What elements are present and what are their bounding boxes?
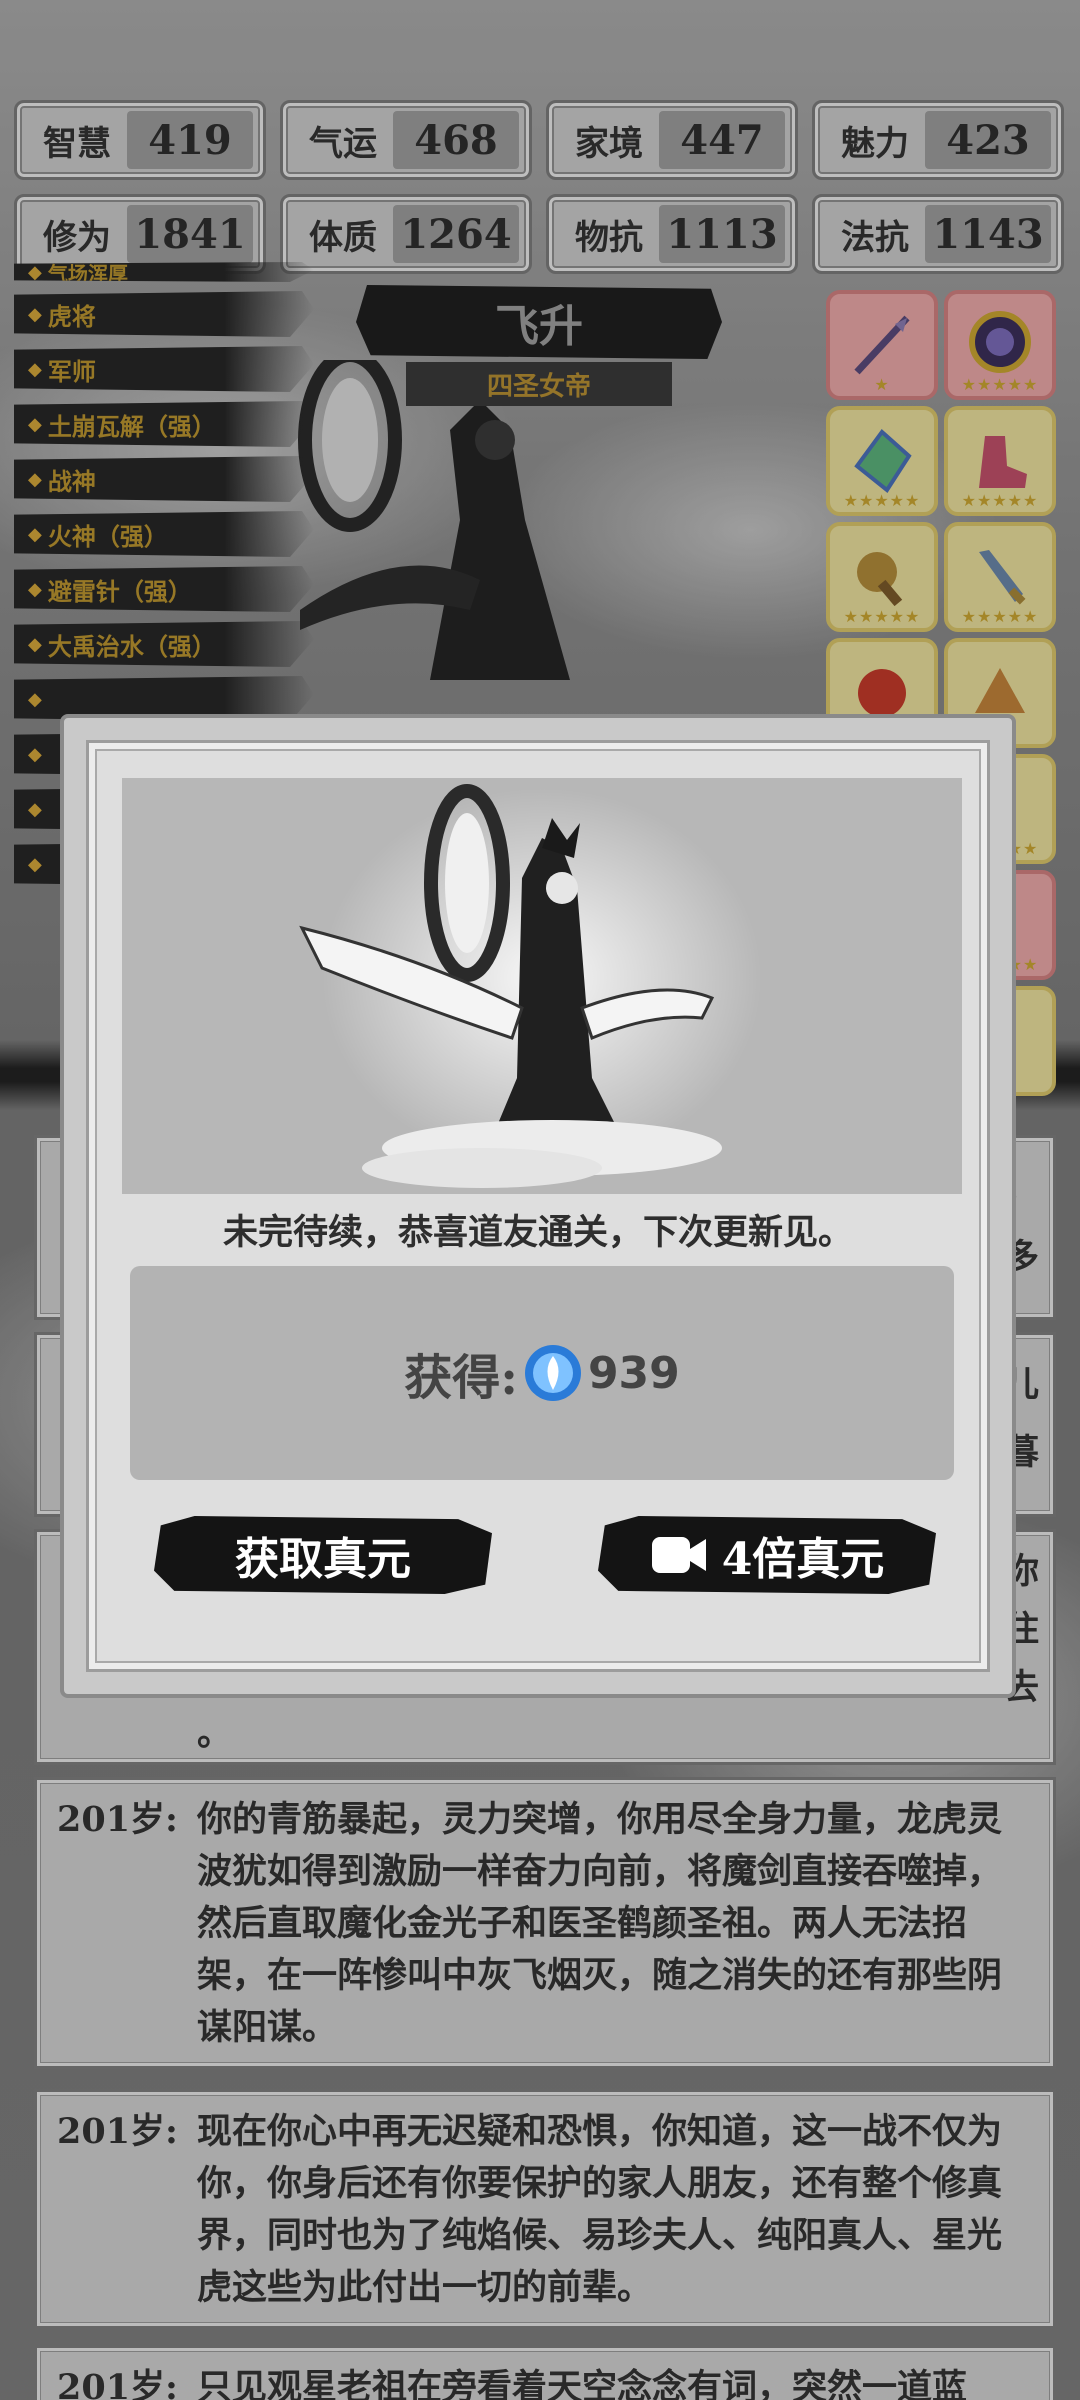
ascension-art: [299, 784, 762, 1188]
reward-label: 获得:: [404, 1350, 518, 1406]
video-camera-icon: [651, 1537, 706, 1573]
reward-amount: 939: [587, 1347, 680, 1399]
completion-dialog: 未完待续，恭喜道友通关，下次更新见。 获得: 939 获取真元 4倍真元: [60, 714, 1016, 1698]
video-reward-button[interactable]: 4倍真元: [598, 1516, 936, 1594]
video-button-label: 4倍真元: [721, 1534, 885, 1585]
claim-button[interactable]: 获取真元: [154, 1516, 492, 1594]
claim-button-label: 获取真元: [235, 1534, 411, 1585]
spirit-essence-icon: [524, 1345, 581, 1401]
dialog-illustration: [122, 778, 962, 1194]
reward-panel: 获得: 939: [130, 1266, 954, 1480]
completion-message: 未完待续，恭喜道友通关，下次更新见。: [222, 1212, 853, 1253]
